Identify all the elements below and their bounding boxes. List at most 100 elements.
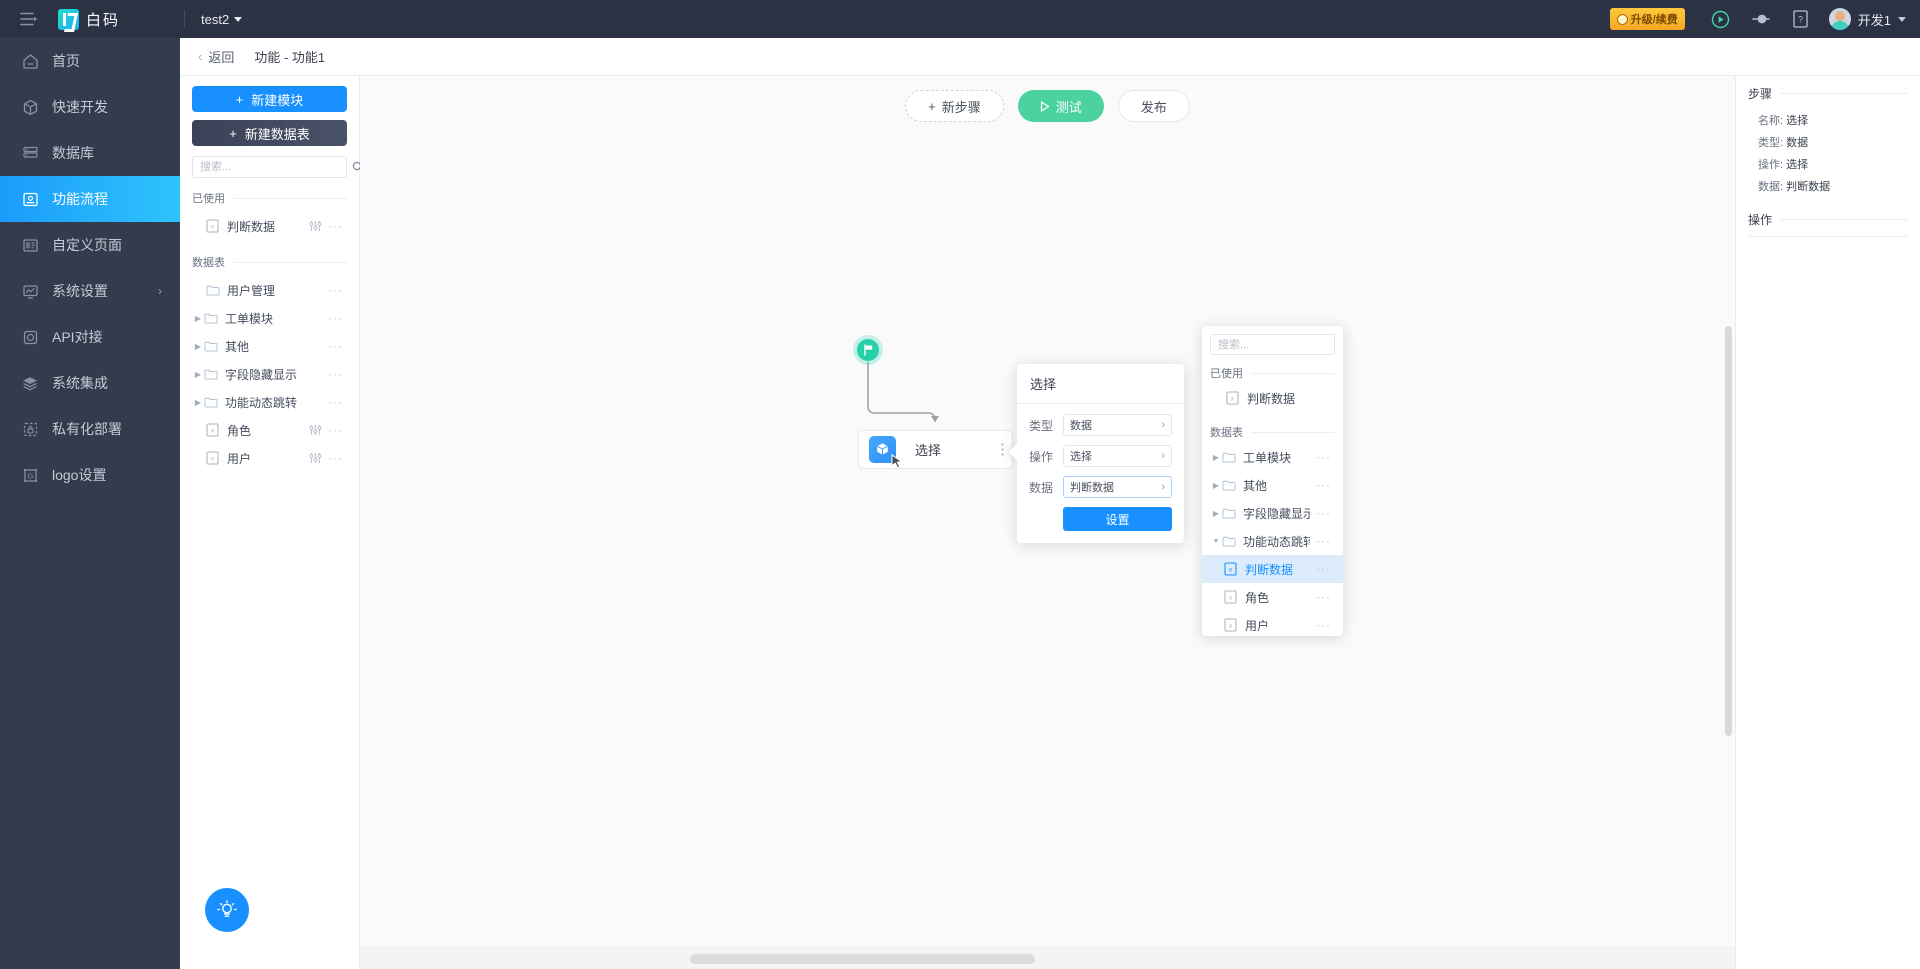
picker-item-workorder-module[interactable]: ▶ 工单模块 ··· [1210, 443, 1335, 471]
folder-icon [1222, 479, 1238, 491]
sidebar-item-system-settings[interactable]: 系统设置 › [0, 268, 180, 314]
step-node-menu-icon[interactable] [1001, 443, 1004, 456]
picker-item-judge-data-selected[interactable]: x 判断数据 ··· [1202, 555, 1343, 583]
more-options-icon[interactable]: ··· [328, 219, 343, 233]
sliders-icon[interactable] [309, 220, 322, 232]
data-select[interactable]: 判断数据 › [1063, 476, 1172, 498]
canvas-horizontal-scrollbar[interactable] [690, 954, 1035, 964]
prop-field-name: 名称: 选择 [1748, 109, 1908, 131]
more-options-icon[interactable]: ··· [328, 339, 343, 353]
picker-item-label: 用户 [1245, 618, 1270, 633]
more-options-icon[interactable]: ··· [328, 367, 343, 381]
tree-search-box[interactable] [192, 156, 364, 178]
more-options-icon[interactable]: ··· [328, 451, 343, 465]
sidebar-item-database[interactable]: 数据库 [0, 130, 180, 176]
tree-item-workorder-module[interactable]: ▶ 工单模块 ··· [192, 304, 347, 332]
collapse-arrow-icon[interactable]: ▼ [1210, 538, 1222, 545]
sidebar-item-api[interactable]: API对接 [0, 314, 180, 360]
app-logo[interactable]: 白码 [58, 0, 180, 38]
more-options-icon[interactable]: ··· [328, 395, 343, 409]
top-header: 白码 test2 升级/续费 ? 开发1 [0, 0, 1920, 38]
sliders-icon[interactable] [309, 452, 322, 464]
upgrade-button[interactable]: 升级/续费 [1609, 8, 1685, 30]
canvas-toolbar: + 新步骤 测试 发布 [360, 76, 1735, 136]
back-button[interactable]: ‹ 返回 [198, 47, 234, 66]
picker-search-box[interactable] [1210, 334, 1343, 355]
more-options-icon[interactable]: ··· [1316, 590, 1331, 604]
flow-start-node[interactable] [857, 339, 879, 361]
popover-row-type: 类型 数据 › [1029, 414, 1172, 436]
headset-icon[interactable] [1741, 0, 1781, 38]
more-options-icon[interactable]: ··· [328, 283, 343, 297]
expand-arrow-icon[interactable]: ▶ [192, 370, 204, 379]
plus-icon: + [928, 98, 936, 114]
picker-item-used-judge-data[interactable]: x 判断数据 [1210, 384, 1335, 412]
picker-item-other[interactable]: ▶ 其他 ··· [1210, 471, 1335, 499]
sidebar-item-system-integration[interactable]: 系统集成 [0, 360, 180, 406]
picker-item-user[interactable]: x 用户 ··· [1210, 611, 1335, 636]
publish-button[interactable]: 发布 [1117, 90, 1190, 122]
tree-item-field-visibility[interactable]: ▶ 字段隐藏显示 ··· [192, 360, 347, 388]
expand-arrow-icon[interactable]: ▶ [192, 342, 204, 351]
sidebar-item-function-flow[interactable]: 功能流程 [0, 176, 180, 222]
tree-item-user[interactable]: x 用户 ··· [192, 444, 347, 472]
menu-collapse-icon[interactable] [0, 0, 58, 38]
sub-header: ‹ 返回 功能 - 功能1 [180, 38, 1920, 76]
expand-arrow-icon[interactable]: ▶ [1210, 453, 1222, 462]
help-doc-icon[interactable]: ? [1781, 0, 1821, 38]
operation-select[interactable]: 选择 › [1063, 445, 1172, 467]
more-options-icon[interactable]: ··· [1316, 534, 1331, 548]
more-options-icon[interactable]: ··· [1316, 506, 1331, 520]
sidebar-item-quick-dev[interactable]: 快速开发 [0, 84, 180, 130]
sidebar-item-logo-settings[interactable]: G logo设置 [0, 452, 180, 498]
layers-icon [20, 373, 40, 393]
project-selector[interactable]: test2 [201, 12, 243, 27]
play-circle-icon[interactable] [1701, 0, 1741, 38]
prop-value: 判断数据 [1786, 181, 1831, 193]
tree-item-used-judge-data[interactable]: x 判断数据 ··· [192, 212, 347, 240]
file-table-icon: x [206, 451, 222, 465]
new-step-button[interactable]: + 新步骤 [905, 90, 1004, 122]
tree-item-other[interactable]: ▶ 其他 ··· [192, 332, 347, 360]
sidebar-item-label: 数据库 [52, 145, 94, 161]
user-menu[interactable]: 开发1 [1828, 8, 1906, 30]
chevron-down-icon [1898, 16, 1906, 22]
flow-step-node-select[interactable]: 选择 [858, 430, 1013, 469]
type-select[interactable]: 数据 › [1063, 414, 1172, 436]
sidebar-item-label: logo设置 [52, 467, 107, 483]
picker-item-field-visibility[interactable]: ▶ 字段隐藏显示 ··· [1210, 499, 1335, 527]
more-options-icon[interactable]: ··· [328, 311, 343, 325]
expand-arrow-icon[interactable]: ▶ [1210, 509, 1222, 518]
more-options-icon[interactable]: ··· [1316, 450, 1331, 464]
sliders-icon[interactable] [309, 424, 322, 436]
folder-icon [204, 340, 220, 352]
new-table-button[interactable]: + 新建数据表 [192, 120, 347, 146]
more-options-icon[interactable]: ··· [1316, 562, 1331, 576]
settings-submit-button[interactable]: 设置 [1063, 507, 1172, 531]
picker-item-role[interactable]: x 角色 ··· [1210, 583, 1335, 611]
lock-icon [20, 419, 40, 439]
help-tips-fab[interactable] [205, 888, 249, 932]
expand-arrow-icon[interactable]: ▶ [1210, 481, 1222, 490]
picker-item-dynamic-jump[interactable]: ▼ 功能动态跳转 ··· [1210, 527, 1335, 555]
test-button[interactable]: 测试 [1017, 90, 1104, 122]
more-options-icon[interactable]: ··· [1316, 618, 1331, 632]
search-input[interactable] [1218, 338, 1343, 351]
tree-item-dynamic-jump[interactable]: ▶ 功能动态跳转 ··· [192, 388, 347, 416]
more-options-icon[interactable]: ··· [1316, 478, 1331, 492]
file-table-icon: x [206, 423, 222, 437]
chevron-down-icon [234, 16, 243, 22]
expand-arrow-icon[interactable]: ▶ [192, 314, 204, 323]
search-input[interactable] [200, 161, 342, 173]
tree-item-user-mgmt[interactable]: 用户管理 ··· [192, 276, 347, 304]
properties-panel: 属性 历史记录 步骤 名称: 选择 类型: 数据 操作: 选择 [1735, 38, 1920, 969]
brand-mark-icon [58, 8, 79, 30]
tree-item-role[interactable]: x 角色 ··· [192, 416, 347, 444]
new-module-button[interactable]: + 新建模块 [192, 86, 347, 112]
sidebar-item-private-deploy[interactable]: 私有化部署 [0, 406, 180, 452]
canvas-vertical-scrollbar[interactable] [1725, 326, 1732, 736]
expand-arrow-icon[interactable]: ▶ [192, 398, 204, 407]
sidebar-item-custom-page[interactable]: 自定义页面 [0, 222, 180, 268]
more-options-icon[interactable]: ··· [328, 423, 343, 437]
sidebar-item-home[interactable]: 首页 [0, 38, 180, 84]
